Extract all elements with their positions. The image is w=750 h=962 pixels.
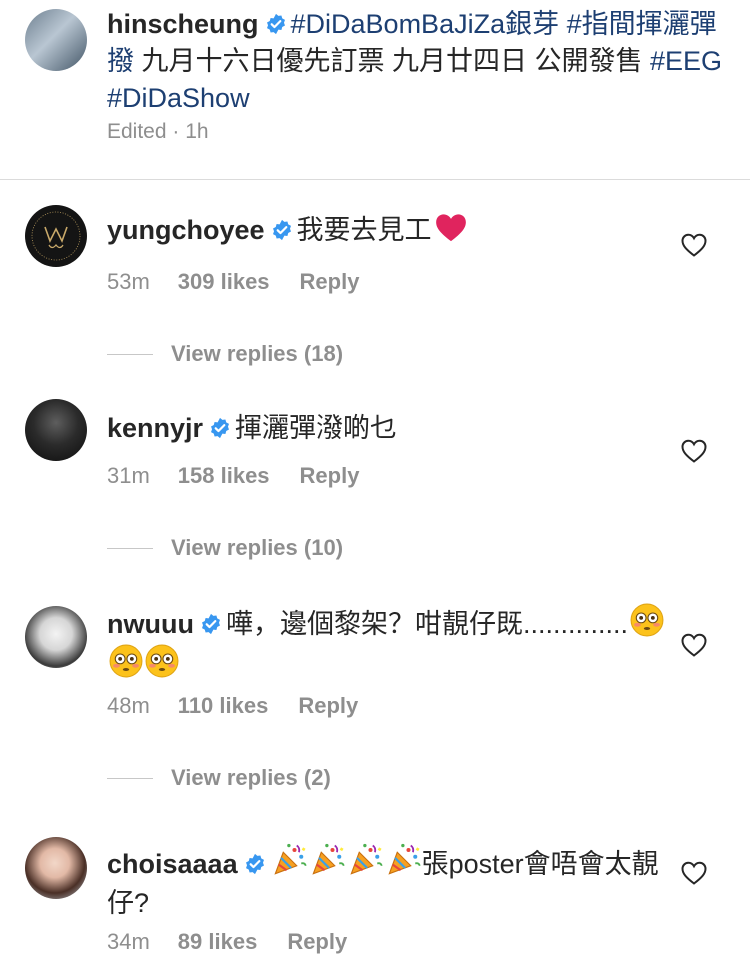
like-heart-icon[interactable] xyxy=(681,633,707,657)
comment-username[interactable]: kennyjr xyxy=(107,413,203,443)
comment-username[interactable]: nwuuu xyxy=(107,609,194,639)
party-popper-icon xyxy=(386,841,422,877)
verified-badge-icon xyxy=(209,417,231,439)
verified-badge-icon xyxy=(244,853,266,875)
hashtag-didabombajiza[interactable]: #DiDaBomBaJiZa銀芽 xyxy=(291,9,560,39)
view-replies-label[interactable]: View replies (2) xyxy=(171,765,331,791)
comment-text: nwuuu 嘩，邊個黎架？咁靚仔既.............. xyxy=(107,603,667,685)
reply-button[interactable]: Reply xyxy=(300,269,360,294)
avatar-hinscheung[interactable] xyxy=(25,9,87,71)
divider xyxy=(0,179,750,180)
avatar-yungchoyee[interactable] xyxy=(25,205,87,267)
post-caption: hinscheung #DiDaBomBaJiZa銀芽 #指間揮灑彈撥 九月十六日… xyxy=(0,0,750,180)
comment-meta: 48m 110 likes Reply xyxy=(107,693,388,719)
avatar-nwuuu[interactable] xyxy=(25,606,87,668)
comment-username[interactable]: yungchoyee xyxy=(107,215,265,245)
view-replies-line xyxy=(107,778,153,779)
comment-likes[interactable]: 110 likes xyxy=(178,693,269,718)
verified-badge-icon xyxy=(200,613,222,635)
caption-username[interactable]: hinscheung xyxy=(107,9,259,39)
comment-text: yungchoyee 我要去見工 xyxy=(107,211,667,250)
party-popper-icon xyxy=(310,841,346,877)
avatar-kennyjr[interactable] xyxy=(25,399,87,461)
comment-text: choisaaaa 張poster會唔會太靚仔? xyxy=(107,841,667,923)
caption-text: hinscheung #DiDaBomBaJiZa銀芽 #指間揮灑彈撥 九月十六日… xyxy=(107,6,727,117)
reply-button[interactable]: Reply xyxy=(298,693,358,718)
view-replies-label[interactable]: View replies (10) xyxy=(171,535,343,561)
comment-meta: 34m 89 likes Reply xyxy=(107,929,377,955)
hashtag-eeg[interactable]: #EEG xyxy=(650,46,722,76)
comment-time: 31m xyxy=(107,463,150,488)
caption-space xyxy=(559,9,567,39)
view-replies-line xyxy=(107,354,153,355)
comment-body: 嘩，邊個黎架？咁靚仔既.............. xyxy=(225,609,629,639)
avatar-choisaaaa[interactable] xyxy=(25,837,87,899)
red-heart-icon xyxy=(434,212,468,243)
comment-time: 48m xyxy=(107,693,150,718)
comment-likes[interactable]: 158 likes xyxy=(178,463,270,488)
verified-badge-icon xyxy=(265,13,287,35)
like-heart-icon[interactable] xyxy=(681,861,707,885)
edited-timestamp: Edited · 1h xyxy=(107,120,209,143)
like-heart-icon[interactable] xyxy=(681,233,707,257)
comment-likes[interactable]: 89 likes xyxy=(178,929,258,954)
comment-time: 53m xyxy=(107,269,150,294)
logo-emblem-icon xyxy=(31,211,81,261)
comment-meta: 53m 309 likes Reply xyxy=(107,269,389,295)
comment-meta: 31m 158 likes Reply xyxy=(107,463,389,489)
verified-badge-icon xyxy=(271,219,293,241)
hashtag-didashow[interactable]: #DiDaShow xyxy=(107,83,250,113)
like-heart-icon[interactable] xyxy=(681,439,707,463)
flushed-face-icon xyxy=(630,603,664,637)
view-replies-label[interactable]: View replies (18) xyxy=(171,341,343,367)
comment-time: 34m xyxy=(107,929,150,954)
comment-likes[interactable]: 309 likes xyxy=(178,269,270,294)
reply-button[interactable]: Reply xyxy=(287,929,347,954)
reply-button[interactable]: Reply xyxy=(300,463,360,488)
party-popper-icon xyxy=(272,841,308,877)
flushed-face-icon xyxy=(145,644,179,678)
comment-text: kennyjr 揮灑彈潑啲乜 xyxy=(107,409,667,448)
party-popper-icon xyxy=(348,841,384,877)
comment-body: 揮灑彈潑啲乜 xyxy=(235,413,398,443)
flushed-face-icon xyxy=(109,644,143,678)
view-replies-line xyxy=(107,548,153,549)
caption-body-text: 九月十六日優先訂票 九月廿四日 公開發售 xyxy=(134,46,651,76)
comment-username[interactable]: choisaaaa xyxy=(107,849,238,879)
comment-body: 我要去見工 xyxy=(296,215,432,245)
